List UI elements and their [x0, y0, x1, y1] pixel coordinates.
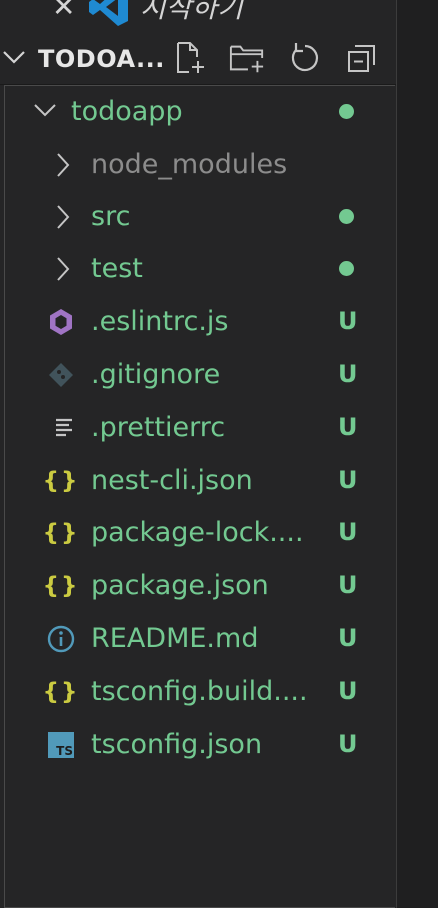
- untracked-badge: U: [338, 571, 358, 599]
- json-braces-icon: {}: [42, 573, 80, 599]
- typescript-icon: TS: [45, 729, 77, 761]
- tree-file-gitignore[interactable]: .gitignore U: [5, 349, 395, 401]
- explorer-panel: ✕ 시작하기 TODOA... todoapp node_modules src…: [0, 0, 438, 908]
- git-icon: [45, 359, 77, 391]
- file-label: package-lock....: [91, 517, 304, 548]
- chevron-right-icon[interactable]: [55, 152, 71, 182]
- untracked-badge: U: [338, 518, 358, 546]
- new-file-icon[interactable]: [172, 40, 208, 76]
- json-braces-icon: {}: [42, 520, 80, 546]
- tree-file-tsconfig[interactable]: TS tsconfig.json U: [5, 719, 395, 771]
- tree-file-package-json[interactable]: {} package.json U: [5, 560, 395, 612]
- new-folder-icon[interactable]: [229, 40, 265, 76]
- file-label: .eslintrc.js: [91, 306, 229, 337]
- untracked-badge: U: [338, 360, 358, 388]
- file-label: package.json: [91, 570, 269, 601]
- untracked-badge: U: [338, 730, 358, 758]
- tree-file-eslintrc[interactable]: .eslintrc.js U: [5, 296, 395, 348]
- tree-folder-node-modules[interactable]: node_modules: [5, 139, 395, 191]
- explorer-section-header[interactable]: TODOA...: [0, 32, 396, 85]
- tree-folder-test[interactable]: test: [5, 243, 395, 295]
- editor-edge: [396, 0, 438, 908]
- tree-file-tsconfig-build[interactable]: {} tsconfig.build.... U: [5, 666, 395, 718]
- tree-file-nest-cli[interactable]: {} nest-cli.json U: [5, 455, 395, 507]
- untracked-badge: U: [338, 466, 358, 494]
- untracked-badge: U: [338, 413, 358, 441]
- file-label: tsconfig.json: [91, 729, 263, 760]
- tree-folder-root[interactable]: todoapp: [5, 86, 395, 138]
- folder-label: src: [91, 201, 131, 232]
- chevron-right-icon[interactable]: [55, 256, 71, 286]
- tree-file-prettierrc[interactable]: .prettierrc U: [5, 402, 395, 454]
- folder-label: node_modules: [91, 149, 288, 180]
- close-icon[interactable]: ✕: [52, 0, 75, 23]
- modified-dot-badge: [339, 104, 354, 119]
- folder-label: test: [91, 253, 143, 284]
- file-label: README.md: [91, 623, 259, 654]
- eslint-icon: [45, 306, 77, 338]
- tree-file-readme[interactable]: README.md U: [5, 613, 395, 665]
- file-label: tsconfig.build....: [91, 676, 308, 707]
- chevron-down-icon[interactable]: [33, 99, 57, 125]
- folder-label: todoapp: [71, 96, 183, 127]
- lines-icon: [49, 412, 81, 444]
- file-tree: todoapp node_modules src test .eslintrc.…: [4, 85, 395, 908]
- open-editor-item[interactable]: ✕ 시작하기: [0, 0, 396, 26]
- untracked-badge: U: [338, 677, 358, 705]
- info-icon: [45, 623, 77, 655]
- modified-dot-badge: [339, 209, 354, 224]
- json-braces-icon: {}: [42, 679, 80, 705]
- refresh-icon[interactable]: [287, 40, 323, 76]
- json-braces-icon: {}: [42, 468, 80, 494]
- modified-dot-badge: [339, 261, 354, 276]
- tree-file-package-lock[interactable]: {} package-lock.... U: [5, 507, 395, 559]
- open-editor-label: 시작하기: [140, 0, 244, 24]
- collapse-all-icon[interactable]: [344, 40, 380, 76]
- untracked-badge: U: [338, 624, 358, 652]
- tree-folder-src[interactable]: src: [5, 191, 395, 243]
- section-title: TODOA...: [38, 45, 165, 73]
- untracked-badge: U: [338, 307, 358, 335]
- chevron-down-icon[interactable]: [2, 46, 26, 72]
- file-label: nest-cli.json: [91, 465, 253, 496]
- file-label: .prettierrc: [91, 412, 226, 443]
- chevron-right-icon[interactable]: [55, 204, 71, 234]
- file-label: .gitignore: [91, 359, 221, 390]
- vscode-logo-icon: [88, 0, 130, 26]
